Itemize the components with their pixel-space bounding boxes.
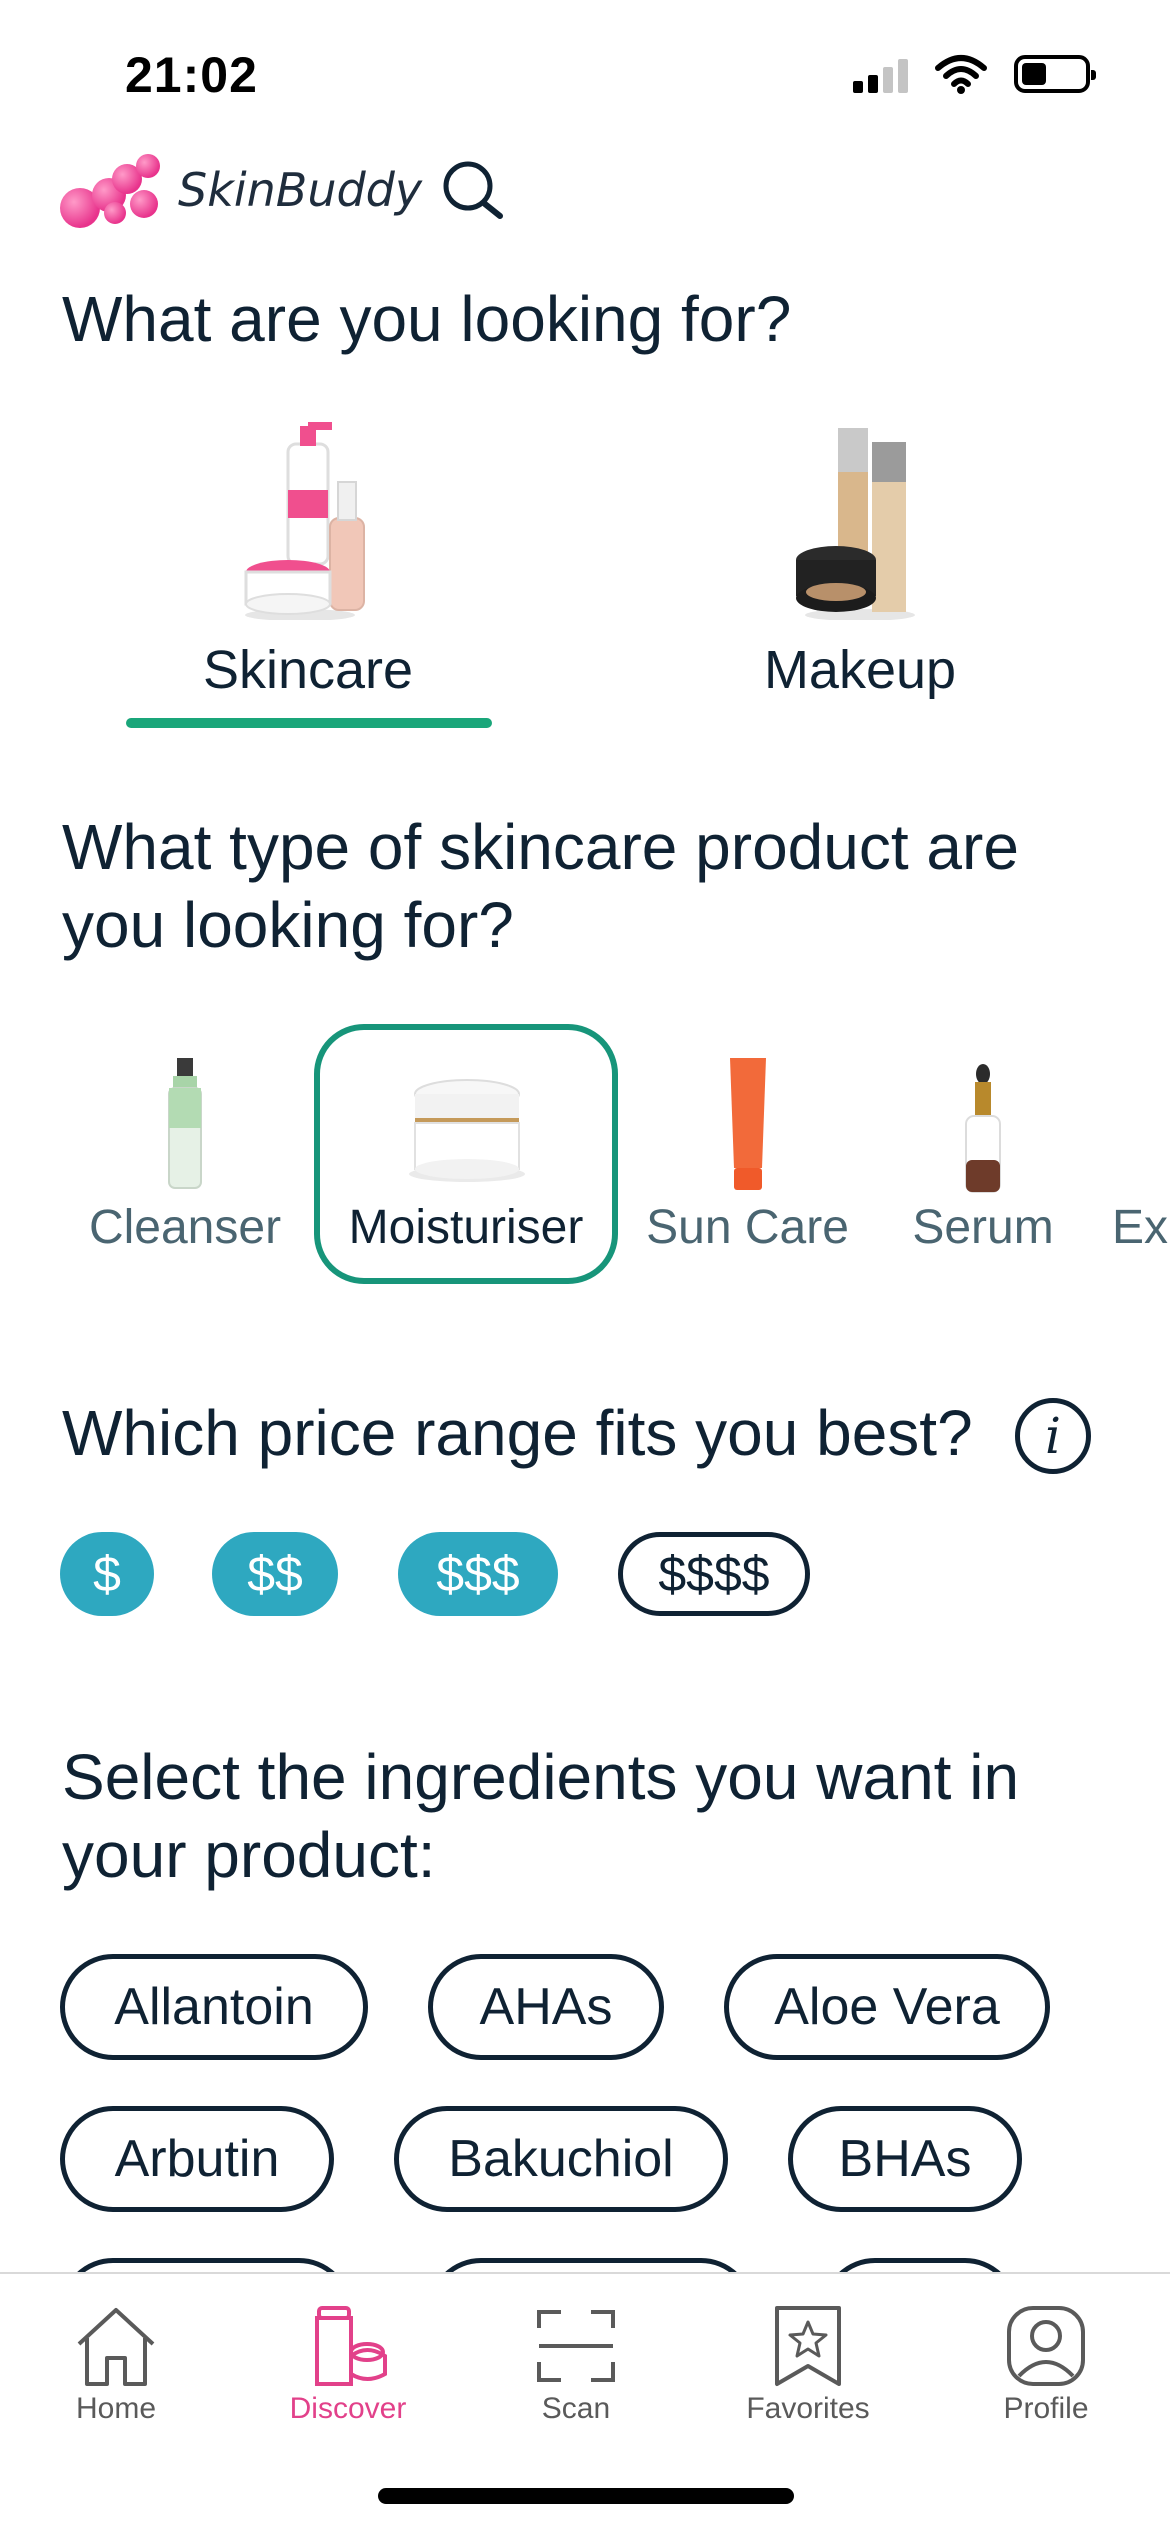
category-section-title: What are you looking for? bbox=[62, 283, 792, 355]
scan-icon bbox=[537, 2310, 615, 2382]
home-indicator bbox=[378, 2488, 794, 2504]
serum-dropper-icon bbox=[965, 1064, 1001, 1193]
tab-label-scan: Scan bbox=[541, 2392, 611, 2425]
price-option-2[interactable]: $$ bbox=[212, 1532, 338, 1616]
ingredient-chip-arbutin[interactable]: Arbutin bbox=[60, 2106, 334, 2212]
makeup-products-icon bbox=[796, 428, 915, 621]
tab-label-favorites: Favorites bbox=[746, 2392, 870, 2425]
discover-icon bbox=[315, 2306, 387, 2386]
app-name: SkinBuddy bbox=[178, 163, 423, 217]
tab-label-home: Home bbox=[75, 2392, 157, 2425]
category-tab-makeup[interactable]: Makeup bbox=[660, 420, 1060, 701]
ingredient-section-title: Select the ingredients you want in your … bbox=[62, 1741, 1020, 1891]
search-icon bbox=[443, 161, 503, 219]
status-time: 21:02 bbox=[125, 47, 258, 103]
type-sun-care[interactable]: Sun Care bbox=[640, 1024, 855, 1284]
ingredient-chip-ahas[interactable]: AHAs bbox=[428, 1954, 664, 2060]
ingredient-chip-aloe-vera[interactable]: Aloe Vera bbox=[724, 1954, 1050, 2060]
info-icon[interactable]: i bbox=[1015, 1398, 1091, 1474]
tab-home[interactable]: Home bbox=[16, 2304, 216, 2426]
logo-icon bbox=[60, 150, 170, 230]
category-label-makeup: Makeup bbox=[763, 640, 957, 700]
status-icons bbox=[853, 54, 1096, 94]
category-label-skincare: Skincare bbox=[202, 640, 414, 700]
tab-profile[interactable]: Profile bbox=[946, 2304, 1146, 2426]
type-moisturiser[interactable]: Moisturiser bbox=[320, 1024, 612, 1284]
skincare-products-icon bbox=[244, 422, 365, 621]
price-option-4[interactable]: $$$$ bbox=[618, 1532, 810, 1616]
type-cleanser[interactable]: Cleanser bbox=[80, 1024, 290, 1284]
price-option-1[interactable]: $ bbox=[60, 1532, 154, 1616]
moisturiser-jar-icon bbox=[409, 1079, 525, 1182]
tab-label-discover: Discover bbox=[289, 2392, 407, 2425]
tab-favorites[interactable]: Favorites bbox=[708, 2304, 908, 2426]
profile-icon bbox=[1007, 2306, 1085, 2386]
tab-discover[interactable]: Discover bbox=[248, 2304, 448, 2426]
ingredient-chip-allantoin[interactable]: Allantoin bbox=[60, 1954, 368, 2060]
price-section-title: Which price range fits you best? bbox=[62, 1397, 973, 1469]
home-icon bbox=[77, 2308, 155, 2386]
type-partial[interactable]: Ex bbox=[1112, 1024, 1170, 1284]
sunscreen-tube-icon bbox=[730, 1058, 766, 1190]
favorites-icon bbox=[775, 2306, 841, 2386]
battery-icon bbox=[1014, 55, 1096, 93]
status-bar: 21:02 bbox=[0, 0, 1170, 150]
category-tab-skincare[interactable]: Skincare bbox=[108, 420, 508, 701]
tab-scan[interactable]: Scan bbox=[476, 2304, 676, 2426]
wifi-icon bbox=[935, 55, 987, 94]
app-header: SkinBuddy bbox=[60, 140, 503, 240]
ingredient-chip-bakuchiol[interactable]: Bakuchiol bbox=[394, 2106, 728, 2212]
type-label-moisturiser: Moisturiser bbox=[348, 1201, 584, 1254]
type-label-sun-care: Sun Care bbox=[646, 1201, 849, 1254]
price-option-3[interactable]: $$$ bbox=[398, 1532, 558, 1616]
type-label-serum: Serum bbox=[912, 1201, 1054, 1254]
ingredient-chip-bhas[interactable]: BHAs bbox=[788, 2106, 1022, 2212]
tab-label-profile: Profile bbox=[1003, 2392, 1089, 2425]
cleanser-bottle-icon bbox=[168, 1058, 202, 1189]
type-label-cleanser: Cleanser bbox=[88, 1201, 282, 1254]
category-selected-underline bbox=[126, 718, 492, 728]
type-label-partial: Ex bbox=[1112, 1201, 1169, 1254]
cellular-signal-icon bbox=[853, 55, 908, 93]
type-section-title: What type of skincare product are you lo… bbox=[62, 811, 1019, 961]
search-button[interactable] bbox=[440, 158, 510, 228]
type-serum[interactable]: Serum bbox=[888, 1024, 1078, 1284]
